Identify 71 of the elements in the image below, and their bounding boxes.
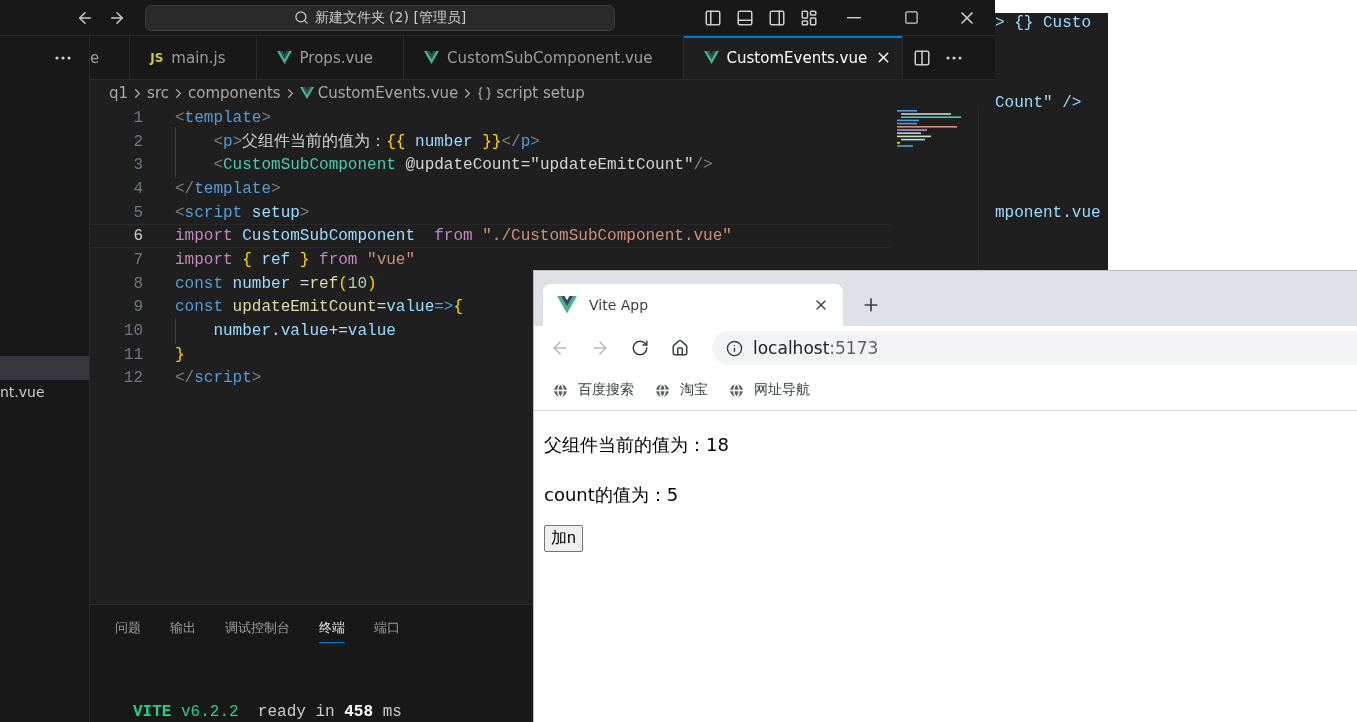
- layout-icon: [800, 8, 818, 27]
- line-number: 11: [122, 345, 143, 364]
- code-line: Count" />: [995, 93, 1083, 113]
- v-logo-icon: [424, 50, 440, 64]
- line-number: 12: [122, 369, 143, 388]
- home-icon: [671, 339, 689, 357]
- panel-left-icon: [704, 8, 722, 27]
- breadcrumb-item[interactable]: script setup: [477, 84, 585, 102]
- address-bar[interactable]: localhost:5173: [712, 331, 1357, 365]
- breadcrumb-item[interactable]: src: [147, 84, 169, 102]
- line-number: 4: [132, 179, 143, 198]
- code-line: <template>: [175, 108, 272, 127]
- panel-tab[interactable]: 输出: [170, 619, 196, 643]
- terminal-output: VITE v6.2.2 ready in 458 ms: [133, 703, 403, 721]
- more-icon: [946, 55, 963, 60]
- v-logo-icon: [299, 86, 314, 100]
- line-number: 6: [132, 227, 143, 246]
- breadcrumb-item[interactable]: components: [188, 84, 281, 102]
- browser-tab[interactable]: Vite App: [543, 284, 843, 326]
- line-number: 5: [132, 203, 143, 222]
- globe-icon: [654, 381, 671, 399]
- code-line: const updateEmitCount=value=>{: [175, 298, 464, 317]
- bookmark[interactable]: 淘宝: [654, 381, 708, 399]
- breadcrumb-item[interactable]: q1: [109, 84, 129, 102]
- info-icon: [726, 339, 743, 357]
- panel-tab[interactable]: 问题: [115, 619, 141, 643]
- split-icon: [913, 48, 932, 67]
- reload-icon: [631, 339, 649, 357]
- code-line: import { ref } from "vue": [175, 250, 416, 269]
- code-line: </script>: [175, 369, 262, 388]
- add-button[interactable]: 加n: [544, 525, 583, 552]
- line-number: 3: [132, 156, 143, 175]
- line-number: 8: [132, 274, 143, 293]
- code-line: mponent.vue: [995, 203, 1102, 223]
- code-line: import CustomSubComponent from "./CustomSubComponent.vue": [175, 227, 732, 246]
- bookmark[interactable]: 百度搜索: [552, 381, 634, 399]
- panel-tab[interactable]: 调试控制台: [225, 619, 290, 643]
- panel-bottom-icon: [736, 8, 754, 27]
- code-line: const number =ref(10): [175, 274, 377, 293]
- panel-right-icon: [768, 8, 786, 27]
- v-logo-icon: [557, 296, 577, 314]
- editor-tab[interactable]: e: [90, 36, 131, 79]
- bookmark[interactable]: 网址导航: [728, 381, 810, 399]
- window-title: 新建文件夹 (2) [管理员]: [314, 8, 467, 27]
- page-text: count的值为：5: [544, 483, 679, 507]
- page-text: 父组件当前的值为：18: [544, 433, 729, 457]
- editor-tab[interactable]: CustomEvents.vue: [683, 36, 904, 79]
- line-number: 2: [132, 132, 143, 151]
- file-tree-row[interactable]: nt.vue: [0, 380, 89, 404]
- v-logo-icon: [276, 50, 292, 64]
- line-number: 10: [122, 322, 143, 341]
- code-line: <script setup>: [175, 203, 310, 222]
- v-logo-icon: [703, 50, 719, 64]
- code-line: </template>: [175, 179, 281, 198]
- globe-icon: [552, 381, 569, 399]
- breadcrumb-item[interactable]: CustomEvents.vue: [299, 84, 459, 102]
- line-number: 9: [132, 298, 143, 317]
- command-center[interactable]: 新建文件夹 (2) [管理员]: [145, 4, 615, 31]
- line-number: 1: [132, 108, 143, 127]
- maximize-icon: [903, 10, 919, 25]
- globe-icon: [728, 381, 745, 399]
- code-line: }: [175, 345, 185, 364]
- braces-icon: [477, 85, 493, 101]
- panel-tab[interactable]: 端口: [374, 619, 400, 643]
- code-line: <CustomSubComponent @updateCount="updateEmitCount"/>: [175, 156, 713, 175]
- search-icon: [293, 10, 309, 25]
- panel-tab[interactable]: 终端: [319, 619, 345, 643]
- minimize-icon: [847, 16, 861, 19]
- code-line: > {} Custo: [995, 13, 1092, 33]
- line-number: 7: [132, 250, 143, 269]
- more-icon[interactable]: [55, 56, 71, 60]
